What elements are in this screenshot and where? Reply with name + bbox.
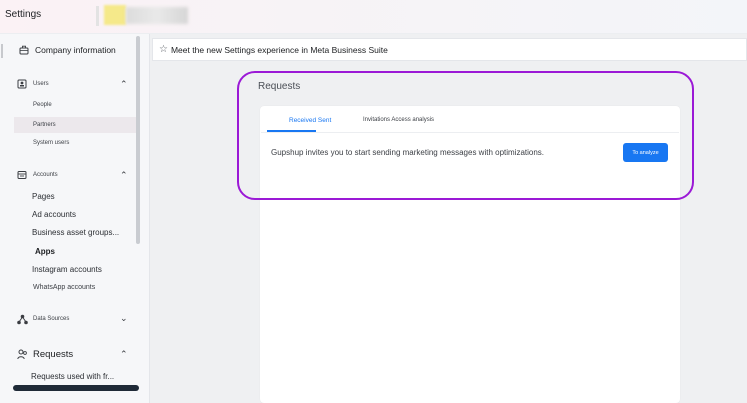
sidebar-section-accounts[interactable]: Accounts — [16, 169, 58, 180]
banner-text: Meet the new Settings experience in Meta… — [170, 44, 388, 55]
request-message: Gupshup invites you to start sending mar… — [271, 148, 545, 157]
chevron-up-icon[interactable]: ⌃ — [120, 79, 128, 90]
sidebar: Company information Users ⌃ People Partn… — [0, 34, 150, 403]
sidebar-item-requests-used[interactable]: Requests used with fr... — [31, 372, 114, 381]
sidebar-section-label: Data Sources — [33, 316, 70, 322]
chevron-up-icon[interactable]: ⌃ — [120, 349, 128, 360]
main-content: ☆ Meet the new Settings experience in Me… — [150, 34, 747, 403]
sidebar-section-users[interactable]: Users — [16, 78, 49, 89]
requests-tabs: Received Sent Invitations Access analysi… — [267, 114, 567, 132]
page-title: Settings — [5, 9, 42, 20]
sidebar-bottom-bar — [13, 385, 139, 391]
redacted-block — [96, 6, 99, 26]
sidebar-item-whatsapp-accounts[interactable]: WhatsApp accounts — [33, 284, 95, 291]
chevron-down-icon[interactable]: ⌄ — [120, 313, 128, 324]
star-icon: ☆ — [159, 44, 168, 55]
sidebar-item-apps[interactable]: Apps — [35, 247, 55, 256]
redacted-block — [104, 5, 126, 25]
sidebar-item-pages[interactable]: Pages — [32, 192, 55, 201]
tab-received-sent[interactable]: Received Sent — [289, 117, 331, 124]
tab-invitations-access-analysis[interactable]: Invitations Access analysis — [363, 117, 434, 123]
sidebar-section-label: Accounts — [33, 171, 58, 178]
sidebar-scrollbar[interactable] — [136, 36, 140, 244]
sidebar-item-people[interactable]: People — [33, 102, 52, 108]
section-title: Requests — [258, 81, 301, 92]
sidebar-section-label: Users — [33, 80, 49, 87]
sidebar-item-company-information[interactable]: Company information — [18, 44, 116, 55]
sidebar-section-requests[interactable]: Requests — [16, 348, 73, 360]
sidebar-section-label: Requests — [33, 348, 74, 360]
briefcase-icon — [18, 44, 29, 55]
accounts-icon — [16, 169, 27, 180]
sidebar-item-label: Company information — [35, 44, 116, 55]
top-bar: Settings — [0, 0, 747, 34]
sidebar-item-instagram-accounts[interactable]: Instagram accounts — [32, 265, 102, 274]
sidebar-item-business-asset-groups[interactable]: Business asset groups... — [32, 228, 119, 237]
sidebar-section-data-sources[interactable]: Data Sources — [16, 313, 69, 325]
sidebar-item-system-users[interactable]: System users — [33, 140, 69, 146]
people-icon — [16, 348, 28, 360]
user-badge-icon — [16, 78, 27, 89]
sidebar-item-partners[interactable]: Partners — [33, 122, 56, 128]
redacted-block — [126, 7, 188, 24]
settings-banner[interactable]: ☆ Meet the new Settings experience in Me… — [152, 38, 747, 61]
sidebar-item-ad-accounts[interactable]: Ad accounts — [32, 210, 76, 219]
tabs-divider — [261, 132, 679, 133]
analyze-button[interactable]: To analyze — [623, 143, 668, 162]
sidebar-indicator — [1, 44, 3, 58]
data-sources-icon — [16, 313, 28, 325]
chevron-up-icon[interactable]: ⌃ — [120, 170, 128, 181]
